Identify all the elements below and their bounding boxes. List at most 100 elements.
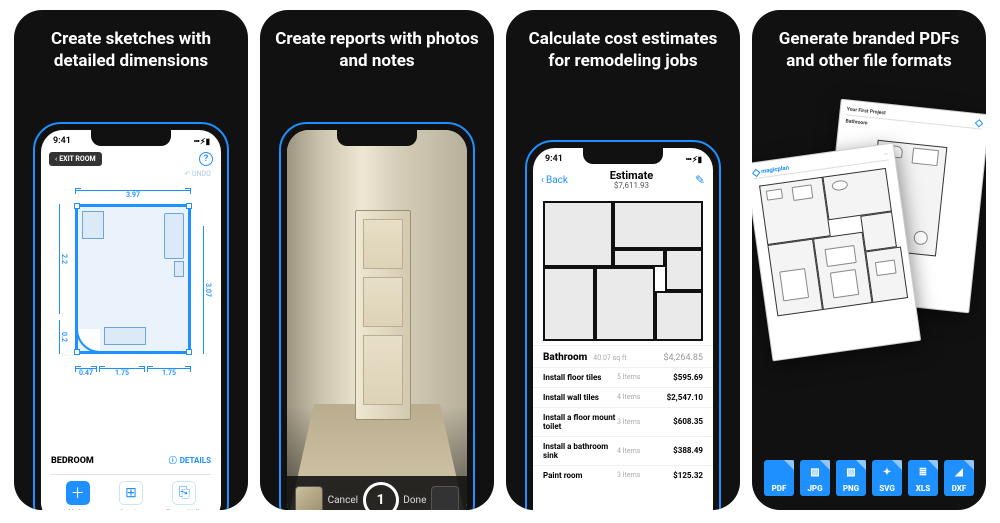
details-button[interactable]: ⓘ DETAILS [169,455,211,466]
shutter-button[interactable]: 1 [363,482,399,510]
plan-room [543,201,613,267]
dim-value: 3.97 [124,191,142,199]
dimension-left-2: 0.2 [59,320,68,354]
dimension-left-1: 2.2 [59,204,68,314]
dim-value: 0.47 [78,369,94,377]
status-icons: ••• ⚡︎ ▮ [193,137,209,146]
chevron-left-icon: ‹ [541,175,544,186]
furniture-nightstand[interactable] [174,261,184,277]
sketch-canvas[interactable]: 3.97 2.2 0.2 3.07 0.47 1.75 1.75 [51,182,211,392]
file-format-svg[interactable]: ✦ SVG [872,460,902,496]
brand-text: magicplan [761,164,790,175]
item-label: Install a bathroom sink [543,442,617,460]
file-format-png[interactable]: ▧PNG [836,460,866,496]
furniture-dresser[interactable] [104,327,146,345]
undo-button[interactable]: ↶ UNDO [41,170,221,178]
corner-handle[interactable] [186,203,192,209]
status-time: 9:41 [53,136,71,146]
exit-room-label: EXIT ROOM [59,155,96,163]
furniture-desk[interactable] [82,211,104,239]
format-glyph-icon: ≣ [908,467,938,478]
dimension-bot-2: 1.75 [99,368,145,377]
format-glyph-icon: ▨ [800,467,830,478]
plan-hall [613,249,665,267]
item-label: Paint room [543,471,617,480]
file-format-pdf[interactable]: PDF [764,460,794,496]
chevron-left-icon: ‹ [55,155,57,163]
help-button[interactable]: ? [199,152,213,166]
add-object-button[interactable]: ＋ Add object [51,481,104,510]
item-price: $125.32 [659,471,703,480]
toolbar: ＋ Add object ⊞ Set size ⎘ Freeze Walls [51,474,211,510]
document-previews: Your First Project Bathroom magicplan ··… [752,106,986,450]
dim-value: 3.07 [204,281,212,299]
back-button[interactable]: ‹ Back [541,175,568,186]
file-format-dxf[interactable]: ◢ DXF [944,460,974,496]
file-format-row: PDF ▨ JPG ▧PNG ✦ SVG ≣XLS ◢ DXF [752,460,986,496]
phone-frame: Cancel 1 Done [279,122,475,510]
section-header[interactable]: Bathroom 40.07 sq ft $4,264.85 [533,345,713,367]
plan-room [613,201,703,249]
corner-handle[interactable] [186,349,192,355]
item-price: $608.35 [659,417,703,426]
phone-screen: 9:41 ••• ⚡︎ ▮ ‹ EXIT ROOM ? ↶ UNDO 3.97 … [41,130,221,510]
details-label: DETAILS [180,456,211,465]
corner-handle[interactable] [74,203,80,209]
room-outline[interactable] [75,204,191,354]
estimate-line-item[interactable]: Install wall tiles4 Items$2,547.10 [533,387,713,407]
file-format-xls[interactable]: ≣XLS [908,460,938,496]
info-icon: ⓘ [169,455,177,466]
freeze-icon: ⎘ [172,481,196,505]
photo-door [355,210,411,420]
plan-room [665,249,703,291]
item-label: Install wall tiles [543,393,617,402]
format-glyph-icon: ✦ [872,467,902,478]
camera-viewfinder[interactable] [287,130,467,510]
doc-title: Your First Project [846,106,886,116]
edit-button[interactable]: ✎ [695,173,705,187]
estimate-line-item[interactable]: Install a floor mount toilet3 Items$608.… [533,407,713,436]
format-label: DXF [952,484,967,493]
camera-flip-button[interactable] [431,486,459,510]
format-label: SVG [879,484,895,493]
dimension-right: 3.07 [203,226,212,354]
estimate-line-item[interactable]: Paint room3 Items$125.32 [533,465,713,485]
section-subtotal: $4,264.85 [663,353,703,363]
format-label: JPG [807,484,822,493]
corner-handle[interactable] [74,349,80,355]
dim-value: 1.75 [161,369,177,377]
screen-title: Estimate $7,611.93 [610,170,654,191]
freeze-walls-button[interactable]: ⎘ Freeze Walls [158,481,211,510]
shutter-count: 1 [377,492,385,508]
phone-notch-icon [91,130,171,146]
item-qty: 3 Items [617,471,659,479]
item-price: $2,547.10 [659,393,703,402]
dimension-bot-3: 1.75 [147,368,191,377]
done-button[interactable]: Done [403,495,426,506]
floor-plan[interactable] [543,201,703,341]
section-name: Bathroom [543,352,587,363]
dim-value: 2.2 [60,252,68,266]
panel-title: Create reports with photos and notes [260,10,494,84]
estimate-line-item[interactable]: Install a bathroom sink4 Items$388.49 [533,436,713,465]
format-glyph-icon: ◢ [944,467,974,478]
status-time: 9:41 [545,154,563,164]
logo-icon [975,119,983,127]
cancel-button[interactable]: Cancel [328,495,358,506]
file-format-jpg[interactable]: ▨ JPG [800,460,830,496]
pdf-preview[interactable]: magicplan ··· [752,143,921,362]
camera-toolbar: Cancel 1 Done [287,476,467,510]
photo-thumbnail[interactable] [295,486,323,510]
estimate-line-item[interactable]: Install floor tiles5 Items$595.69 [533,367,713,387]
panel-title: Create sketches with detailed dimensions [14,10,248,84]
page-fold-icon [784,460,794,470]
furniture-bed[interactable] [164,213,184,259]
bottom-panel: BEDROOM ⓘ DETAILS ＋ Add object ⊞ Set siz… [41,449,221,510]
dim-value: 1.75 [114,369,130,377]
exit-room-button[interactable]: ‹ EXIT ROOM [49,152,102,166]
format-label: PNG [843,484,859,493]
doc-plan [755,163,911,330]
tool-label: Freeze Walls [158,508,211,510]
set-size-button[interactable]: ⊞ Set size [104,481,157,510]
format-label: PDF [772,484,787,493]
